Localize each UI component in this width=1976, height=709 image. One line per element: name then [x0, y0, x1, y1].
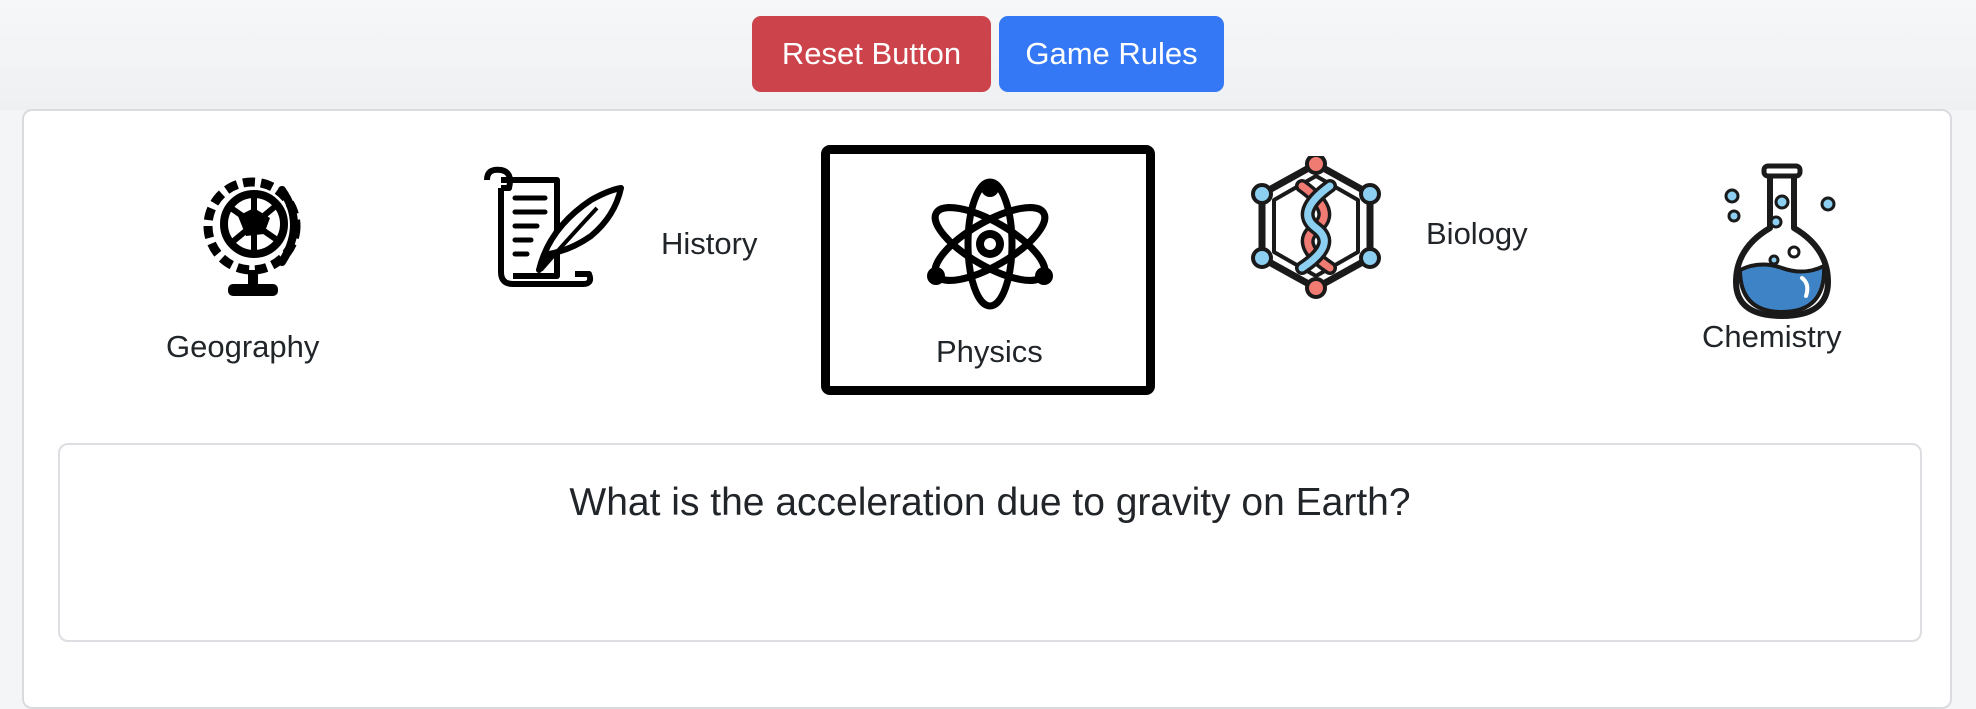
category-history[interactable]: History — [479, 166, 779, 296]
category-label: Chemistry — [1702, 319, 1842, 354]
scroll-quill-icon — [484, 166, 624, 287]
game-card: Geography History Physics Biology Chemis… — [22, 109, 1952, 709]
category-chemistry[interactable]: Chemistry — [1664, 156, 1894, 366]
category-geography[interactable]: Geography — [124, 166, 384, 366]
dna-molecule-icon — [1251, 156, 1381, 299]
category-biology[interactable]: Biology — [1246, 156, 1546, 306]
category-label: Physics — [936, 334, 1043, 369]
category-label: History — [661, 226, 758, 261]
question-text: What is the acceleration due to gravity … — [569, 481, 1411, 524]
reset-button[interactable]: Reset Button — [752, 16, 991, 92]
category-label: Geography — [166, 329, 320, 364]
atom-icon — [927, 178, 1053, 310]
globe-icon — [203, 177, 301, 296]
game-rules-button[interactable]: Game Rules — [999, 16, 1224, 92]
top-bar: Reset Button Game Rules — [0, 0, 1976, 110]
category-physics[interactable]: Physics — [821, 145, 1155, 395]
category-label: Biology — [1426, 216, 1528, 251]
question-card: What is the acceleration due to gravity … — [58, 443, 1922, 642]
flask-icon — [1724, 163, 1836, 319]
